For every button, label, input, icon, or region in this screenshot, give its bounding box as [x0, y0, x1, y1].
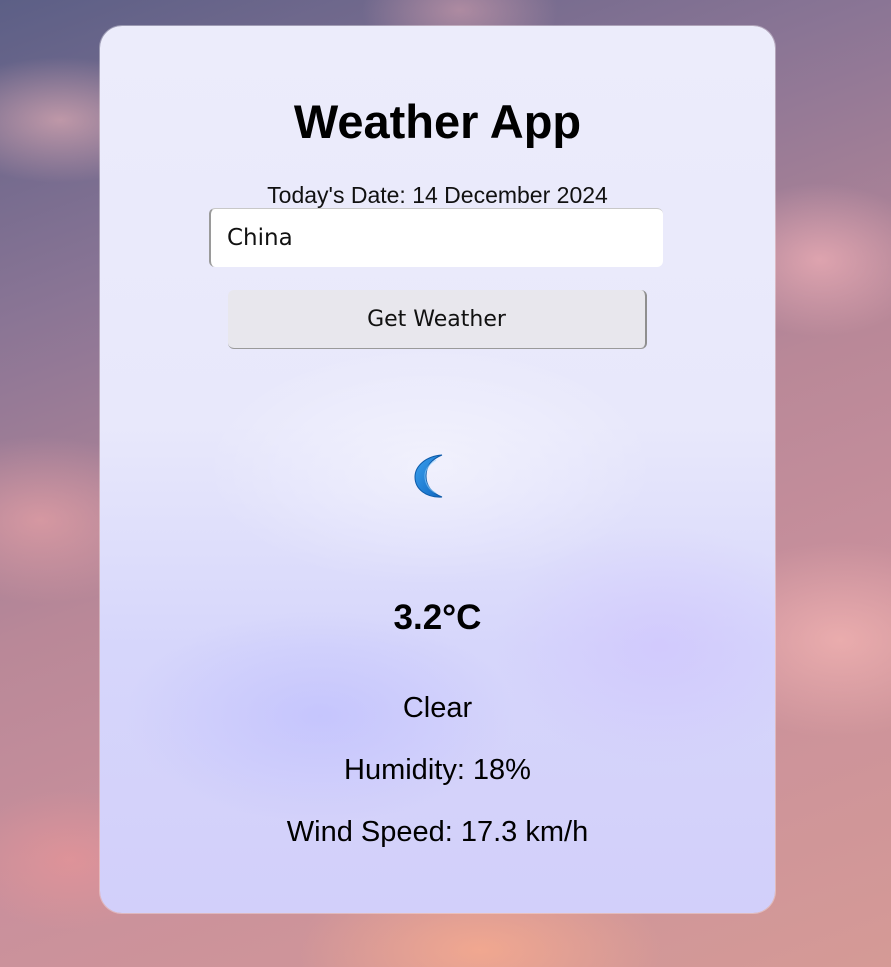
city-input[interactable] — [209, 208, 663, 267]
app-title: Weather App — [293, 95, 582, 148]
humidity: Humidity: 18% — [344, 754, 531, 786]
weather-description: Clear — [402, 692, 473, 724]
weather-card: Weather App Today's Date: 14 December 20… — [100, 26, 775, 913]
wind-speed: Wind Speed: 17.3 km/h — [286, 816, 589, 848]
temperature: 3.2°C — [393, 598, 482, 637]
get-weather-button[interactable]: Get Weather — [228, 290, 647, 349]
todays-date: Today's Date: 14 December 2024 — [267, 182, 608, 208]
crescent-moon-icon — [414, 454, 443, 498]
page-background: { "app": { "title": "Weather App" }, "da… — [0, 0, 891, 967]
